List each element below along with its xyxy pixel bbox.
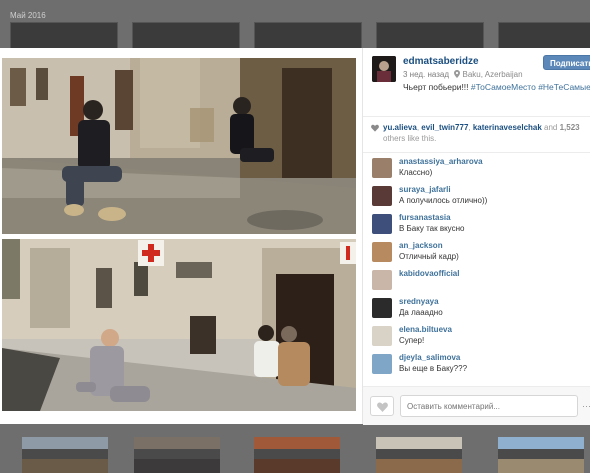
avatar[interactable] bbox=[372, 186, 392, 206]
caption-hashtags[interactable]: #ТоСамоеМесто #НеТеСамыеЛюди bbox=[471, 82, 590, 92]
comment-username[interactable]: elena.biltueva bbox=[399, 325, 452, 334]
photo-top bbox=[2, 58, 356, 234]
photo-collage bbox=[2, 58, 356, 411]
liker-link[interactable]: yu.alieva bbox=[383, 123, 417, 132]
follow-button[interactable]: Подписаться bbox=[543, 55, 590, 70]
liker-link[interactable]: evil_twin777 bbox=[421, 123, 468, 132]
comment-text: Отличный кадр) bbox=[399, 252, 459, 261]
comment-item: fursanastasia В Баку так вкусно bbox=[363, 209, 590, 237]
comment-item: an_jackson Отличный кадр) bbox=[363, 237, 590, 265]
post-modal: edmatsaberidze Подписаться 3 нед. назад … bbox=[0, 48, 590, 425]
avatar[interactable] bbox=[372, 354, 392, 374]
comment-footer: ⋯ bbox=[363, 386, 590, 425]
comment-text: А получилось отлично)) bbox=[399, 196, 488, 205]
comment-username[interactable]: kabidovaofficial bbox=[399, 269, 459, 278]
avatar[interactable] bbox=[372, 158, 392, 178]
avatar[interactable] bbox=[372, 326, 392, 346]
comment-username[interactable]: anastassiya_arharova bbox=[399, 157, 483, 166]
photo-bottom bbox=[2, 239, 356, 411]
post-location[interactable]: Baku, Azerbaijan bbox=[463, 70, 523, 79]
post-meta: 3 нед. назад Baku, Azerbaijan bbox=[403, 70, 523, 79]
comment-item: kabidovaofficial bbox=[363, 265, 590, 293]
comment-item: suraya_jafarli А получилось отлично)) bbox=[363, 181, 590, 209]
location-pin-icon bbox=[451, 70, 462, 79]
post-time[interactable]: 3 нед. назад bbox=[403, 70, 449, 79]
likes-separator: and bbox=[541, 123, 560, 132]
avatar[interactable] bbox=[372, 298, 392, 318]
comment-username[interactable]: an_jackson bbox=[399, 241, 443, 250]
feed-thumbnail[interactable] bbox=[498, 437, 584, 473]
comment-text: Да лааадно bbox=[399, 308, 443, 317]
post-header: edmatsaberidze Подписаться 3 нед. назад … bbox=[363, 48, 590, 117]
comment-username[interactable]: fursanastasia bbox=[399, 213, 451, 222]
comment-text: Классно) bbox=[399, 168, 433, 177]
comment-item: djeyla_salimova Вы еще в Баку??? bbox=[363, 349, 590, 377]
feed-thumbnail[interactable] bbox=[376, 437, 462, 473]
comment-list: anastassiya_arharova Классно) suraya_jaf… bbox=[363, 152, 590, 377]
avatar[interactable] bbox=[372, 214, 392, 234]
comment-username[interactable]: suraya_jafarli bbox=[399, 185, 451, 194]
comment-item: srednyaya Да лааадно bbox=[363, 293, 590, 321]
comment-username[interactable]: srednyaya bbox=[399, 297, 439, 306]
ellipsis-icon[interactable]: ⋯ bbox=[582, 395, 590, 417]
month-label: Май 2016 bbox=[10, 11, 46, 20]
feed-thumbnail[interactable] bbox=[22, 437, 108, 473]
comment-username[interactable]: djeyla_salimova bbox=[399, 353, 460, 362]
heart-icon bbox=[371, 124, 379, 132]
post-photo[interactable] bbox=[0, 48, 362, 424]
likes-summary: yu.alieva, evil_twin777, katerinaveselch… bbox=[371, 122, 583, 144]
post-username[interactable]: edmatsaberidze bbox=[403, 56, 479, 67]
post-caption: Чьерт побьери!!! #ТоСамоеМесто #НеТеСамы… bbox=[403, 82, 590, 92]
comment-item: anastassiya_arharova Классно) bbox=[363, 153, 590, 181]
comment-input[interactable] bbox=[400, 395, 578, 417]
likes-suffix: others like this. bbox=[383, 134, 437, 143]
heart-icon bbox=[377, 402, 388, 412]
comment-text: Супер! bbox=[399, 336, 425, 345]
avatar[interactable] bbox=[372, 242, 392, 262]
likes-count[interactable]: 1,523 bbox=[560, 123, 580, 132]
like-button[interactable] bbox=[370, 396, 394, 416]
feed-thumbnail[interactable] bbox=[254, 437, 340, 473]
comment-text: Вы еще в Баку??? bbox=[399, 364, 468, 373]
post-sidebar: edmatsaberidze Подписаться 3 нед. назад … bbox=[362, 48, 590, 425]
caption-text: Чьерт побьери!!! bbox=[403, 82, 471, 92]
feed-thumbnail[interactable] bbox=[134, 437, 220, 473]
comment-item: elena.biltueva Супер! bbox=[363, 321, 590, 349]
avatar[interactable] bbox=[372, 270, 392, 290]
liker-link[interactable]: katerinaveselchak bbox=[473, 123, 542, 132]
comment-text: В Баку так вкусно bbox=[399, 224, 465, 233]
avatar[interactable] bbox=[372, 56, 396, 82]
